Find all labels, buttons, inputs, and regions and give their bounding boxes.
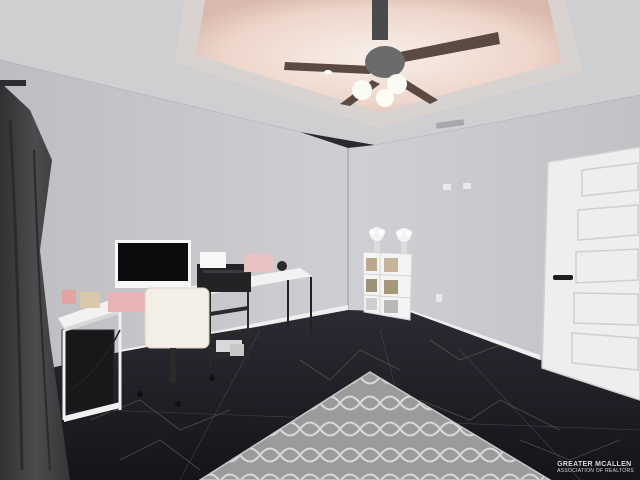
pc-tower bbox=[62, 330, 114, 412]
wall-outlet bbox=[443, 184, 451, 190]
shelf-icon bbox=[362, 251, 413, 321]
desk-ornament bbox=[62, 290, 76, 304]
room-photo: GREATER MCALLEN ASSOCIATION OF REALTORS bbox=[0, 0, 640, 480]
wall-outlet bbox=[463, 183, 471, 189]
monitor-icon bbox=[115, 240, 191, 294]
room-illustration bbox=[0, 0, 640, 480]
desk-gadget bbox=[277, 261, 287, 271]
desk-storage-box bbox=[244, 254, 274, 272]
power-strip bbox=[230, 344, 244, 356]
watermark: GREATER MCALLEN ASSOCIATION OF REALTORS bbox=[557, 461, 634, 474]
wall-outlet bbox=[436, 294, 442, 302]
watermark-brand: GREATER MCALLEN bbox=[557, 461, 632, 468]
pencil-cup bbox=[80, 292, 100, 308]
door-handle bbox=[553, 275, 573, 280]
door-icon bbox=[541, 146, 640, 401]
watermark-sub: ASSOCIATION OF REALTORS bbox=[557, 468, 634, 474]
